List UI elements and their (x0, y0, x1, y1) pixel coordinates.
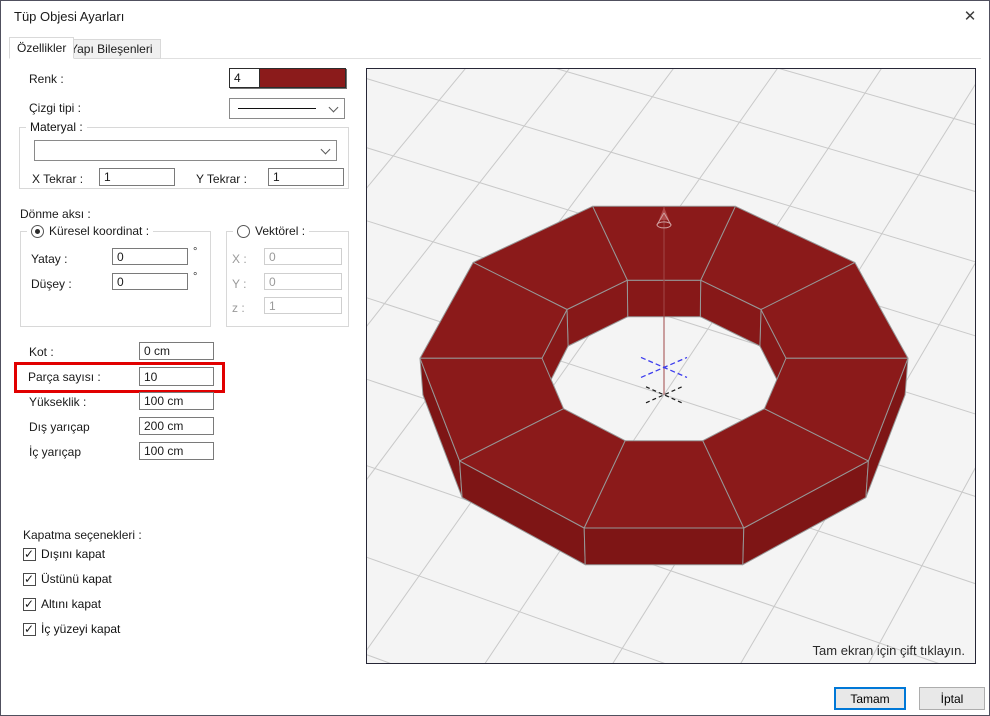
color-index: 4 (230, 69, 260, 87)
title-bar: Tüp Objesi Ayarları ✕ (1, 1, 989, 31)
outer-radius-label: Dış yarıçap (29, 420, 90, 434)
inner-radius-input[interactable] (139, 442, 214, 460)
checkbox-close-bottom[interactable]: Altını kapat (23, 597, 101, 611)
spherical-radio-label: Küresel koordinat : (49, 224, 150, 238)
tube-object-settings-dialog: Tüp Objesi Ayarları ✕ Özellikler Yapı Bi… (0, 0, 990, 716)
inner-radius-label: İç yarıçap (29, 445, 82, 459)
vector-x-label: X : (232, 252, 247, 266)
torus-3d-render (1, 1, 989, 715)
x-repeat-label: X Tekrar : (32, 172, 84, 186)
checkbox-close-inner-surface[interactable]: İç yüzeyi kapat (23, 622, 120, 636)
horizontal-input[interactable] (112, 248, 188, 265)
material-dropdown[interactable] (34, 140, 337, 161)
elevation-input[interactable] (139, 342, 214, 360)
vector-z-input[interactable] (264, 297, 342, 314)
line-sample-icon (238, 108, 316, 109)
degree-sign: ° (193, 246, 198, 258)
line-type-label: Çizgi tipi : (29, 101, 82, 115)
ok-button[interactable]: Tamam (834, 687, 906, 710)
material-group-label: Materyal : (26, 120, 87, 134)
checkbox-label: Üstünü kapat (41, 572, 112, 586)
dialog-title: Tüp Objesi Ayarları (14, 9, 125, 24)
color-label: Renk : (29, 72, 64, 86)
checkbox-label: İç yüzeyi kapat (41, 622, 121, 636)
vertical-label: Düşey : (31, 277, 72, 291)
closing-options-label: Kapatma seçenekleri : (23, 528, 142, 542)
checkbox-icon[interactable] (23, 547, 36, 561)
height-label: Yükseklik : (29, 395, 87, 409)
material-group: Materyal : X Tekrar : Y Tekrar : (19, 120, 349, 189)
vector-radio[interactable] (237, 224, 250, 238)
checkbox-close-top[interactable]: Üstünü kapat (23, 572, 112, 586)
vector-y-input[interactable] (264, 273, 342, 290)
tab-yapi-bilesenleri[interactable]: Yapı Bileşenleri (62, 39, 161, 59)
vector-y-label: Y : (232, 277, 247, 291)
checkbox-icon[interactable] (23, 572, 36, 586)
elevation-label: Kot : (29, 345, 54, 359)
vector-radio-label: Vektörel : (255, 224, 306, 238)
segment-count-label: Parça sayısı : (28, 370, 101, 384)
y-repeat-label: Y Tekrar : (196, 172, 247, 186)
vector-x-input[interactable] (264, 248, 342, 265)
color-swatch (260, 69, 345, 87)
vertical-input[interactable] (112, 273, 188, 290)
tab-ozellikler[interactable]: Özellikler (9, 37, 75, 59)
spherical-coordinate-group: Küresel koordinat : Yatay : ° Düşey : ° (20, 224, 211, 327)
chevron-down-icon (320, 144, 331, 154)
close-icon[interactable]: ✕ (951, 1, 989, 31)
vector-group: Vektörel : X : Y : z : (226, 224, 349, 327)
line-type-dropdown[interactable] (229, 98, 345, 119)
rotation-axis-label: Dönme aksı : (20, 207, 91, 221)
fullscreen-hint: Tam ekran için çift tıklayın. (812, 643, 965, 658)
cancel-button[interactable]: İptal (919, 687, 985, 710)
preview-viewport[interactable]: Tam ekran için çift tıklayın. (1, 1, 989, 715)
color-picker[interactable]: 4 (229, 68, 346, 88)
spherical-radio[interactable] (31, 224, 44, 238)
horizontal-label: Yatay : (31, 252, 68, 266)
checkbox-icon[interactable] (23, 622, 36, 636)
segment-count-input[interactable] (139, 367, 214, 386)
checkbox-icon[interactable] (23, 597, 36, 611)
tab-strip: Özellikler Yapı Bileşenleri (1, 31, 989, 59)
checkbox-close-outside[interactable]: Dışını kapat (23, 547, 105, 561)
checkbox-label: Altını kapat (41, 597, 102, 611)
outer-radius-input[interactable] (139, 417, 214, 435)
height-input[interactable] (139, 392, 214, 410)
chevron-down-icon (328, 102, 339, 112)
x-repeat-input[interactable] (99, 168, 175, 186)
y-repeat-input[interactable] (268, 168, 344, 186)
checkbox-label: Dışını kapat (41, 547, 106, 561)
degree-sign: ° (193, 271, 198, 283)
vector-z-label: z : (232, 301, 245, 315)
